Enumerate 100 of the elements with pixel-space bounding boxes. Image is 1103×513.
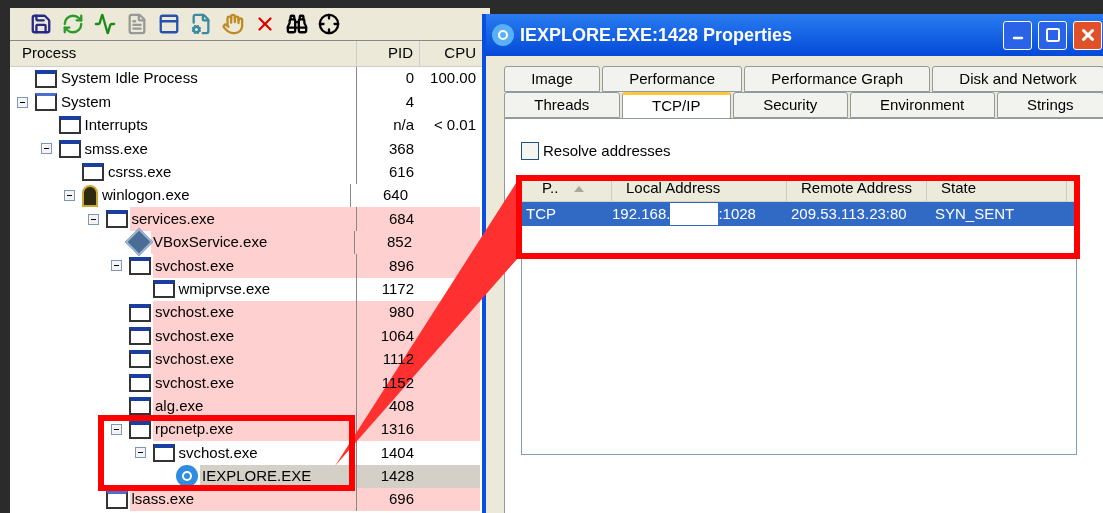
browser-icon: [176, 465, 198, 488]
window-icon: [58, 139, 81, 158]
row-highlight[interactable]: svchost.exe 1064: [153, 324, 480, 348]
close-button[interactable]: [1073, 20, 1102, 50]
window-icon: [35, 93, 57, 112]
process-name: VBoxService.exe: [152, 232, 268, 253]
pid-cell-text: 1404: [380, 442, 414, 463]
window-icon: [129, 350, 151, 369]
door-icon: [82, 184, 98, 207]
settings-icon[interactable]: [190, 13, 212, 35]
cpu-cell-text: < 0.01: [433, 115, 476, 136]
pid-cell-text: 852: [386, 232, 412, 253]
process-name: csrss.exe: [107, 162, 172, 182]
window-icon: [129, 327, 151, 345]
row-highlight[interactable]: VBoxService.exe 852: [151, 230, 480, 255]
collapse-toggle[interactable]: [64, 190, 75, 202]
connection-row[interactable]: TCP 192.168. :1028 209.53.113.23:80 SYN_SENT: [522, 202, 1076, 226]
window-icon: [35, 69, 57, 88]
window-icon: [152, 443, 175, 462]
window-icon: [152, 280, 175, 299]
row-highlight[interactable]: services.exe 684: [129, 207, 480, 231]
minimize-button[interactable]: [1003, 20, 1032, 50]
crosshair-icon[interactable]: [318, 13, 340, 35]
local-port-cell-text: :1028: [718, 203, 756, 224]
pid-cell-text: 640: [382, 185, 408, 206]
collapse-toggle[interactable]: [40, 143, 52, 155]
sort-arrow-icon: [574, 185, 585, 192]
redaction-block: [670, 203, 719, 225]
tab[interactable]: Performance: [602, 66, 743, 92]
tab[interactable]: Disk and Network: [932, 66, 1103, 92]
pid-cell-text: 1316: [380, 419, 414, 440]
tab[interactable]: Environment: [849, 92, 995, 118]
process-name: svchost.exe: [154, 302, 235, 323]
process-name: svchost.exe: [154, 349, 235, 370]
tab[interactable]: TCP/IP: [621, 92, 731, 118]
pid-cell-text: 684: [388, 208, 414, 229]
remote-address-cell-text: 209.53.113.23:80: [790, 203, 908, 224]
process-name: svchost.exe: [177, 442, 258, 463]
maximize-icon: [1044, 27, 1061, 43]
window-icon: [58, 116, 81, 135]
window-icon: [82, 163, 104, 182]
pid-cell-text: 4: [405, 91, 414, 112]
window-icon: [129, 303, 151, 322]
pid-cell-text: 1428: [380, 466, 414, 487]
checkbox-label: Resolve addresses: [543, 140, 671, 161]
checkbox[interactable]: [521, 142, 539, 160]
process-name: System Idle Process: [60, 68, 198, 89]
protocol-cell-text: TCP: [525, 203, 557, 224]
window-title: IEXPLORE.EXE:1428 Properties: [520, 23, 793, 47]
pid-cell-text: 1064: [380, 325, 414, 346]
process-name: svchost.exe: [154, 372, 235, 393]
column-header[interactable]: P..: [522, 176, 612, 201]
process-name: services.exe: [130, 208, 215, 229]
process-name: System: [60, 91, 111, 112]
process-name: wmiprvse.exe: [177, 278, 271, 299]
column-header[interactable]: Remote Address: [787, 176, 927, 201]
pid-cell-text: 408: [388, 395, 414, 416]
process-name: rpcnetp.exe: [154, 419, 234, 440]
window-icon: [129, 397, 151, 416]
tab[interactable]: Image: [504, 66, 600, 92]
browser-icon: [492, 24, 514, 46]
process-name: svchost.exe: [154, 255, 235, 276]
state-cell-text: SYN_SENT: [934, 203, 1016, 224]
collapse-toggle[interactable]: [111, 260, 122, 272]
process-name: alg.exe: [154, 395, 204, 416]
column-header[interactable]: Local Address: [612, 176, 787, 201]
process-name: IEXPLORE.EXE: [201, 466, 312, 487]
collapse-toggle[interactable]: [111, 424, 122, 436]
pid-cell-text: 1172: [381, 278, 414, 299]
save-icon[interactable]: [30, 13, 52, 35]
process-name: smss.exe: [83, 138, 148, 159]
process-name: winlogon.exe: [101, 185, 190, 206]
tab[interactable]: Strings: [996, 92, 1103, 118]
collapse-toggle[interactable]: [17, 96, 28, 108]
window-icon[interactable]: [158, 13, 180, 35]
tab[interactable]: Security: [732, 92, 848, 118]
collapse-toggle[interactable]: [134, 447, 146, 459]
column-header[interactable]: PID: [357, 41, 420, 66]
tab[interactable]: Performance Graph: [744, 66, 931, 92]
collapse-toggle[interactable]: [87, 213, 99, 225]
row-highlight[interactable]: alg.exe 408: [153, 394, 480, 418]
pid-cell-text: 0: [405, 68, 414, 89]
window-icon: [105, 210, 128, 229]
pid-cell-text: 696: [388, 489, 414, 510]
column-header[interactable]: Process: [10, 41, 357, 66]
pid-cell-text: 616: [388, 162, 414, 182]
column-header[interactable]: CPU: [420, 41, 480, 66]
local-address-cell-text: 192.168.: [612, 203, 671, 224]
pid-cell-text: n/a: [393, 115, 414, 136]
maximize-button[interactable]: [1038, 20, 1067, 50]
refresh-icon[interactable]: [62, 13, 84, 35]
tab[interactable]: Threads: [504, 92, 620, 118]
cpu-cell-text: 100.00: [430, 68, 476, 89]
window-icon: [129, 256, 151, 275]
column-header[interactable]: State: [927, 176, 1067, 201]
graph-icon[interactable]: [94, 13, 116, 35]
search-icon[interactable]: [286, 13, 308, 35]
pid-cell-text: 896: [388, 255, 414, 276]
pid-cell-text: 368: [388, 138, 414, 159]
process-name: svchost.exe: [154, 325, 235, 346]
